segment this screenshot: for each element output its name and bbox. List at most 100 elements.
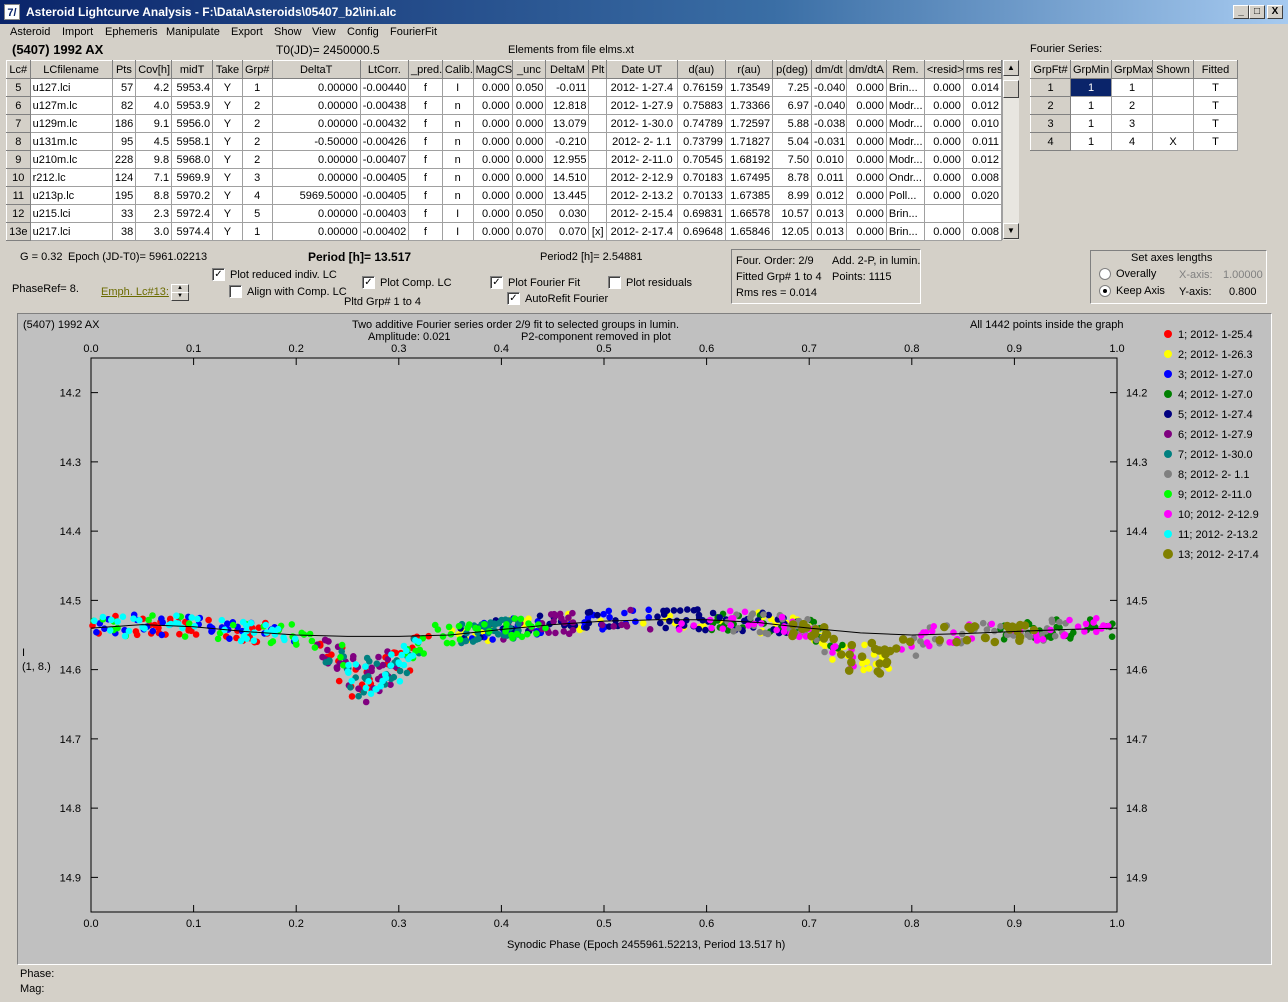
- table-cell[interactable]: 1.67385: [724, 186, 774, 205]
- table-cell[interactable]: f: [407, 186, 443, 205]
- row-header[interactable]: 5: [6, 78, 31, 97]
- table-cell[interactable]: 0.69648: [676, 222, 726, 241]
- table-cell[interactable]: [1152, 96, 1194, 115]
- table-cell[interactable]: -0.50000: [271, 132, 361, 151]
- table-cell[interactable]: 0.00000: [271, 114, 361, 133]
- table-cell[interactable]: [x]: [588, 222, 607, 241]
- row-header[interactable]: 4: [1030, 132, 1071, 151]
- table-cell[interactable]: 0.000: [845, 186, 887, 205]
- lightcurve-plot-panel[interactable]: 0.0 0.0 0.1 0.1 0.2 0.2 0.3 0.3 0.4 0.4 0.5 0.5 0.6 0…: [17, 313, 1272, 965]
- table-cell[interactable]: -0.00407: [359, 150, 409, 169]
- table-cell[interactable]: 33: [111, 204, 137, 223]
- table-cell[interactable]: T: [1193, 78, 1238, 97]
- row-header[interactable]: 9: [6, 150, 31, 169]
- column-header[interactable]: LCfilename: [29, 60, 113, 79]
- table-cell[interactable]: 0.013: [811, 204, 847, 223]
- plot-residuals-checkbox[interactable]: Plot residuals: [608, 276, 692, 289]
- column-header[interactable]: _pred.: [407, 60, 443, 79]
- table-cell[interactable]: n: [441, 96, 474, 115]
- table-cell[interactable]: 0.00000: [271, 96, 361, 115]
- table-cell[interactable]: 0.008: [962, 168, 1003, 187]
- table-cell[interactable]: u210m.lc: [29, 150, 113, 169]
- fourier-row[interactable]: 212 T: [1030, 96, 1238, 115]
- table-row[interactable]: 12 u215.lci 33 2.3 5972.4 Y 5 0.00000 -0.00403 f I…: [6, 204, 1003, 223]
- table-cell[interactable]: 1.65846: [724, 222, 774, 241]
- table-cell[interactable]: 2: [1111, 96, 1153, 115]
- column-header[interactable]: dm/dt: [811, 60, 847, 79]
- table-cell[interactable]: Modr...: [885, 132, 925, 151]
- table-cell[interactable]: 2: [241, 132, 273, 151]
- table-cell[interactable]: f: [407, 78, 443, 97]
- table-cell[interactable]: 0.000: [845, 132, 887, 151]
- table-cell[interactable]: Poll...: [885, 186, 925, 205]
- column-header[interactable]: r(au): [724, 60, 774, 79]
- table-cell[interactable]: 0.69831: [676, 204, 726, 223]
- table-cell[interactable]: 2012- 1-27.4: [605, 78, 678, 97]
- table-cell[interactable]: 38: [111, 222, 137, 241]
- table-cell[interactable]: 2: [241, 150, 273, 169]
- table-row[interactable]: 6 u127m.lc 82 4.0 5953.9 Y 2 0.00000 -0.00438 f n 0…: [6, 96, 1003, 115]
- table-cell[interactable]: 0.000: [845, 222, 887, 241]
- table-cell[interactable]: Y: [212, 222, 243, 241]
- table-cell[interactable]: 0.000: [923, 186, 964, 205]
- table-cell[interactable]: 4: [241, 186, 273, 205]
- table-cell[interactable]: f: [407, 96, 443, 115]
- table-cell[interactable]: 0.000: [923, 168, 964, 187]
- table-cell[interactable]: -0.00405: [359, 186, 409, 205]
- table-cell[interactable]: 0.000: [472, 204, 513, 223]
- table-cell[interactable]: 0.030: [545, 204, 590, 223]
- table-cell[interactable]: 8.78: [772, 168, 813, 187]
- column-header[interactable]: Fitted: [1193, 60, 1238, 79]
- table-cell[interactable]: 2012- 2-12.9: [605, 168, 678, 187]
- column-header[interactable]: Lc#: [6, 60, 31, 79]
- table-cell[interactable]: 1.67495: [724, 168, 774, 187]
- table-cell[interactable]: 2012- 2-17.4: [605, 222, 678, 241]
- table-cell[interactable]: 14.510: [545, 168, 590, 187]
- table-cell[interactable]: -0.031: [811, 132, 847, 151]
- table-cell[interactable]: 1: [1070, 96, 1112, 115]
- table-cell[interactable]: Modr...: [885, 96, 925, 115]
- table-cell[interactable]: 0.00000: [271, 204, 361, 223]
- table-cell[interactable]: 0.70545: [676, 150, 726, 169]
- table-cell[interactable]: 13.445: [545, 186, 590, 205]
- table-cell[interactable]: 8.8: [135, 186, 173, 205]
- table-cell[interactable]: 0.00000: [271, 78, 361, 97]
- table-cell[interactable]: I: [441, 222, 474, 241]
- table-cell[interactable]: u131m.lc: [29, 132, 113, 151]
- table-cell[interactable]: 0.010: [962, 114, 1003, 133]
- table-cell[interactable]: 0.000: [845, 168, 887, 187]
- plot-fourier-checkbox[interactable]: ✓ Plot Fourier Fit: [490, 276, 580, 289]
- table-cell[interactable]: 4.2: [135, 78, 173, 97]
- table-cell[interactable]: 12.05: [772, 222, 813, 241]
- table-cell[interactable]: Brin...: [885, 204, 925, 223]
- overally-radio[interactable]: Overally: [1099, 268, 1156, 281]
- table-cell[interactable]: 0.013: [811, 222, 847, 241]
- fourier-row[interactable]: 111T: [1030, 78, 1238, 97]
- table-cell[interactable]: 0.00000: [271, 222, 361, 241]
- table-cell[interactable]: -0.011: [545, 78, 590, 97]
- table-cell[interactable]: 0.000: [845, 150, 887, 169]
- table-cell[interactable]: 0.000: [923, 78, 964, 97]
- table-cell[interactable]: [588, 78, 607, 97]
- table-cell[interactable]: 0.000: [923, 222, 964, 241]
- table-cell[interactable]: 1: [241, 222, 273, 241]
- table-cell[interactable]: u215.lci: [29, 204, 113, 223]
- table-cell[interactable]: 1: [1111, 78, 1153, 97]
- column-header[interactable]: Grp#: [241, 60, 273, 79]
- table-cell[interactable]: Brin...: [885, 78, 925, 97]
- column-header[interactable]: Rem.: [885, 60, 925, 79]
- table-cell[interactable]: 2012- 2-11.0: [605, 150, 678, 169]
- table-cell[interactable]: -0.040: [811, 78, 847, 97]
- column-header[interactable]: Plt: [588, 60, 607, 79]
- maximize-button[interactable]: □: [1249, 5, 1265, 19]
- table-cell[interactable]: 0.70183: [676, 168, 726, 187]
- table-cell[interactable]: Modr...: [885, 150, 925, 169]
- scroll-down-arrow-icon[interactable]: ▼: [1003, 223, 1019, 239]
- table-cell[interactable]: 0.000: [511, 96, 547, 115]
- table-cell[interactable]: 1.68192: [724, 150, 774, 169]
- table-cell[interactable]: 4: [1111, 132, 1153, 151]
- table-cell[interactable]: 0.000: [472, 150, 513, 169]
- table-cell[interactable]: 0.010: [811, 150, 847, 169]
- table-cell[interactable]: 0.020: [962, 186, 1003, 205]
- yaxis-value[interactable]: 0.800: [1229, 286, 1257, 298]
